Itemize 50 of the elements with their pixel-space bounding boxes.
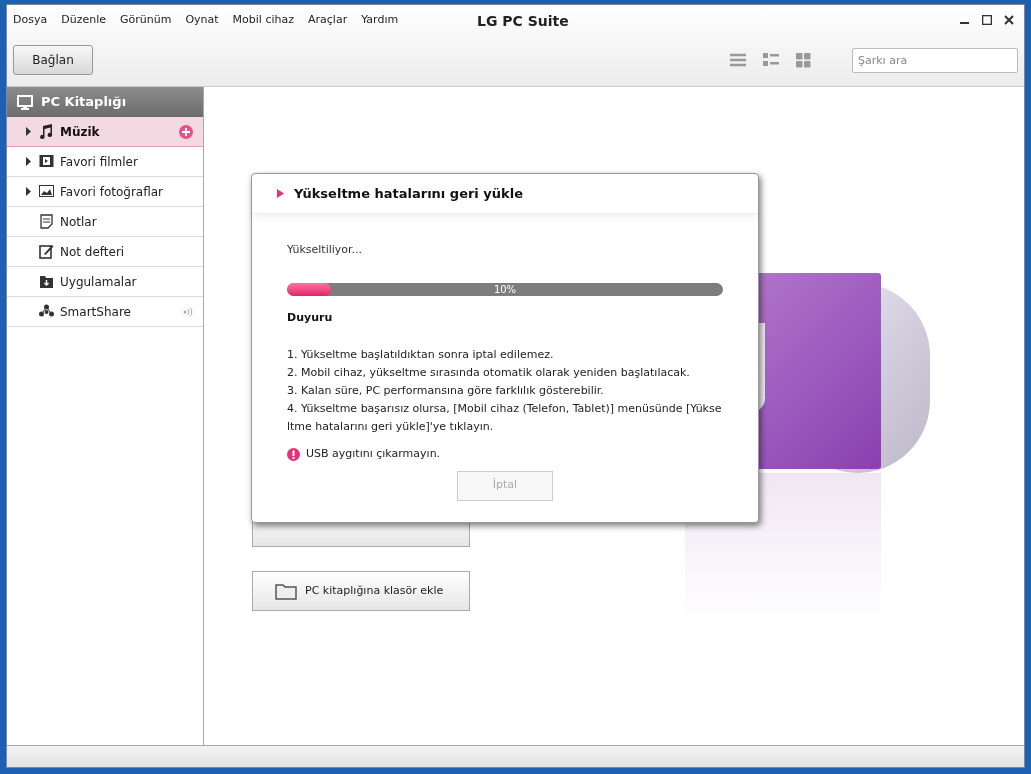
notice-text: 4. Yükseltme başarısız olursa, [Mobil cihaz (Telefon, Tablet)] menüsünde [Yükse ltme hatalarını geri yükle]'ye tıklayın. (287, 401, 723, 435)
sidebar-item[interactable]: SmartShare (7, 297, 203, 327)
menu-item[interactable]: Görünüm (119, 11, 172, 29)
folder-icon (275, 582, 297, 600)
expand-arrow-icon[interactable] (23, 187, 33, 196)
add-folder-button[interactable]: PC kitaplığına klasör ekle (252, 571, 470, 611)
status-text: Yükseltiliyor... (287, 242, 364, 258)
music-note-icon (39, 124, 54, 139)
grid-view-icon[interactable] (796, 52, 811, 68)
warning-text: USB aygıtını çıkarmayın. (306, 446, 441, 462)
notice-heading: Duyuru (287, 309, 334, 326)
sidebar-item[interactable]: Not defteri (7, 237, 203, 267)
menu-item[interactable]: Düzenle (61, 11, 106, 29)
notice-text: 1. Yükseltme başlatıldıktan sonra iptal edilemez. (287, 347, 555, 363)
progress-percent: 10% (493, 282, 517, 296)
triangle-icon (277, 189, 284, 198)
monitor-icon (17, 94, 33, 110)
sidebar-item[interactable]: Müzik (7, 117, 203, 147)
list-view-icon[interactable] (730, 53, 746, 67)
film-icon (39, 154, 54, 169)
signal-icon (183, 306, 193, 317)
edit-icon (39, 244, 54, 259)
menu-item[interactable]: Mobil cihaz (232, 11, 294, 29)
sidebar-title: PC Kitaplığı (41, 93, 127, 112)
window-title: LG PC Suite (477, 12, 569, 31)
expand-arrow-icon[interactable] (23, 157, 33, 166)
add-icon[interactable] (179, 124, 193, 139)
expand-arrow-icon[interactable] (23, 127, 33, 136)
sidebar-item[interactable]: Notlar (7, 207, 203, 237)
close-icon[interactable] (1004, 15, 1014, 25)
detail-view-icon[interactable] (763, 53, 779, 67)
connect-button[interactable]: Bağlan (13, 45, 93, 75)
menu-item[interactable]: Araçlar (308, 11, 348, 29)
menu-item[interactable]: Dosya (13, 11, 48, 29)
share-nodes-icon (39, 304, 54, 319)
menu-item[interactable]: Oynat (185, 11, 219, 29)
maximize-icon[interactable] (982, 15, 992, 25)
download-folder-icon (39, 274, 54, 289)
note-icon (39, 214, 54, 229)
search-field[interactable]: Şarkı ara (852, 47, 1018, 73)
notice-text: 2. Mobil cihaz, yükseltme sırasında otomatik olarak yeniden başlatılacak. (287, 365, 691, 381)
warning-icon (287, 447, 300, 461)
sidebar-item[interactable]: Uygulamalar (7, 267, 203, 297)
image-icon (39, 184, 54, 199)
menu-item[interactable]: Yardım (361, 11, 399, 29)
sidebar-item[interactable]: Favori filmler (7, 147, 203, 177)
sidebar-item[interactable]: Favori fotoğraflar (7, 177, 203, 207)
sidebar-header[interactable]: PC Kitaplığı (7, 87, 203, 117)
notice-text: 3. Kalan süre, PC performansına göre farklılık gösterebilir. (287, 383, 605, 399)
dialog-title: Yükseltme hatalarını geri yükle (294, 184, 523, 203)
